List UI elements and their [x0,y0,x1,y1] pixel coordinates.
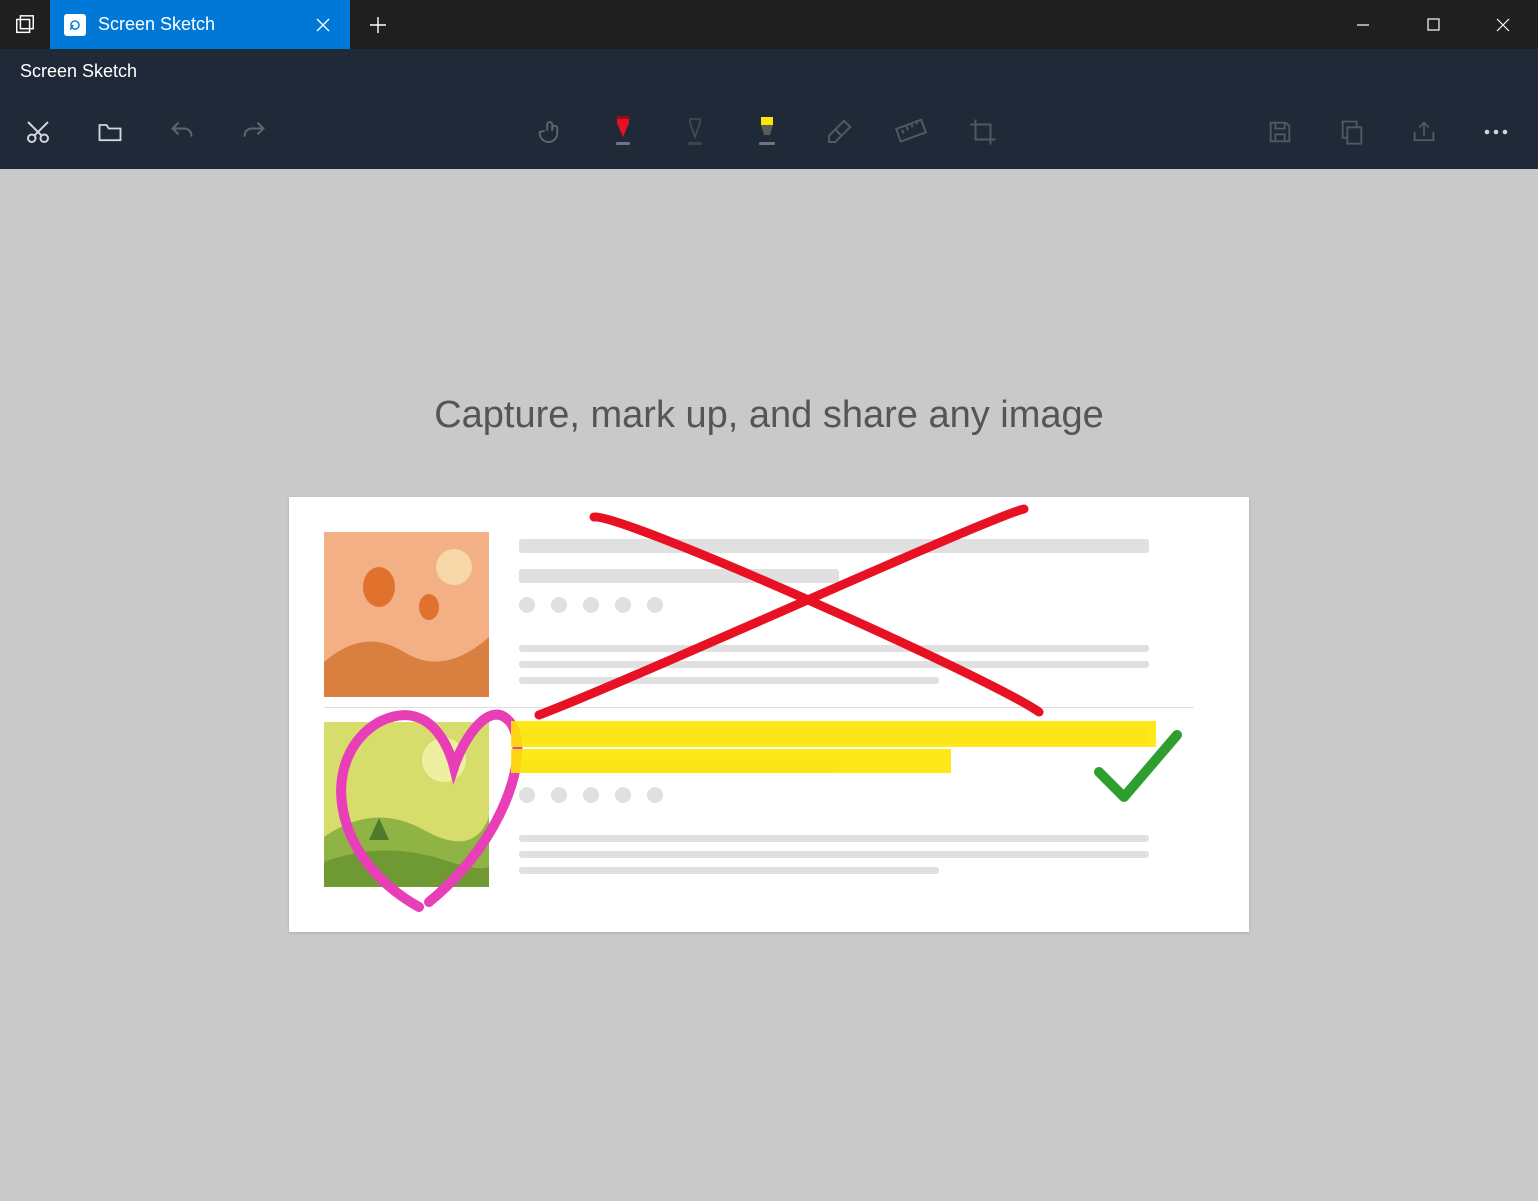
maximize-button[interactable] [1398,0,1468,49]
app-subtitle: Screen Sketch [0,49,1538,94]
share-button [1388,94,1460,169]
sample-thumbnail-1 [324,532,489,697]
new-tab-button[interactable] [350,0,405,49]
tab-sets-icon[interactable] [0,0,50,49]
welcome-illustration [289,497,1249,932]
close-tab-icon[interactable] [310,12,336,38]
open-file-button[interactable] [74,94,146,169]
welcome-headline: Capture, mark up, and share any image [434,394,1104,437]
canvas-area: Capture, mark up, and share any image [0,169,1538,1201]
ruler-tool-button[interactable] [875,94,947,169]
minimize-button[interactable] [1328,0,1398,49]
close-window-button[interactable] [1468,0,1538,49]
highlighter-tool-button[interactable] [731,94,803,169]
tab-label: Screen Sketch [98,14,215,35]
toolbar [0,94,1538,169]
redo-button [218,94,290,169]
undo-button [146,94,218,169]
title-bar: Screen Sketch [0,0,1538,49]
sample-thumbnail-2 [324,722,489,887]
crop-tool-button[interactable] [947,94,1019,169]
more-button[interactable] [1460,94,1532,169]
new-snip-button[interactable] [2,94,74,169]
touch-writing-button [515,94,587,169]
save-button [1244,94,1316,169]
app-icon [64,14,86,36]
pen-tool-button[interactable] [587,94,659,169]
copy-button [1316,94,1388,169]
eraser-tool-button[interactable] [803,94,875,169]
pencil-tool-button[interactable] [659,94,731,169]
active-tab[interactable]: Screen Sketch [50,0,350,49]
